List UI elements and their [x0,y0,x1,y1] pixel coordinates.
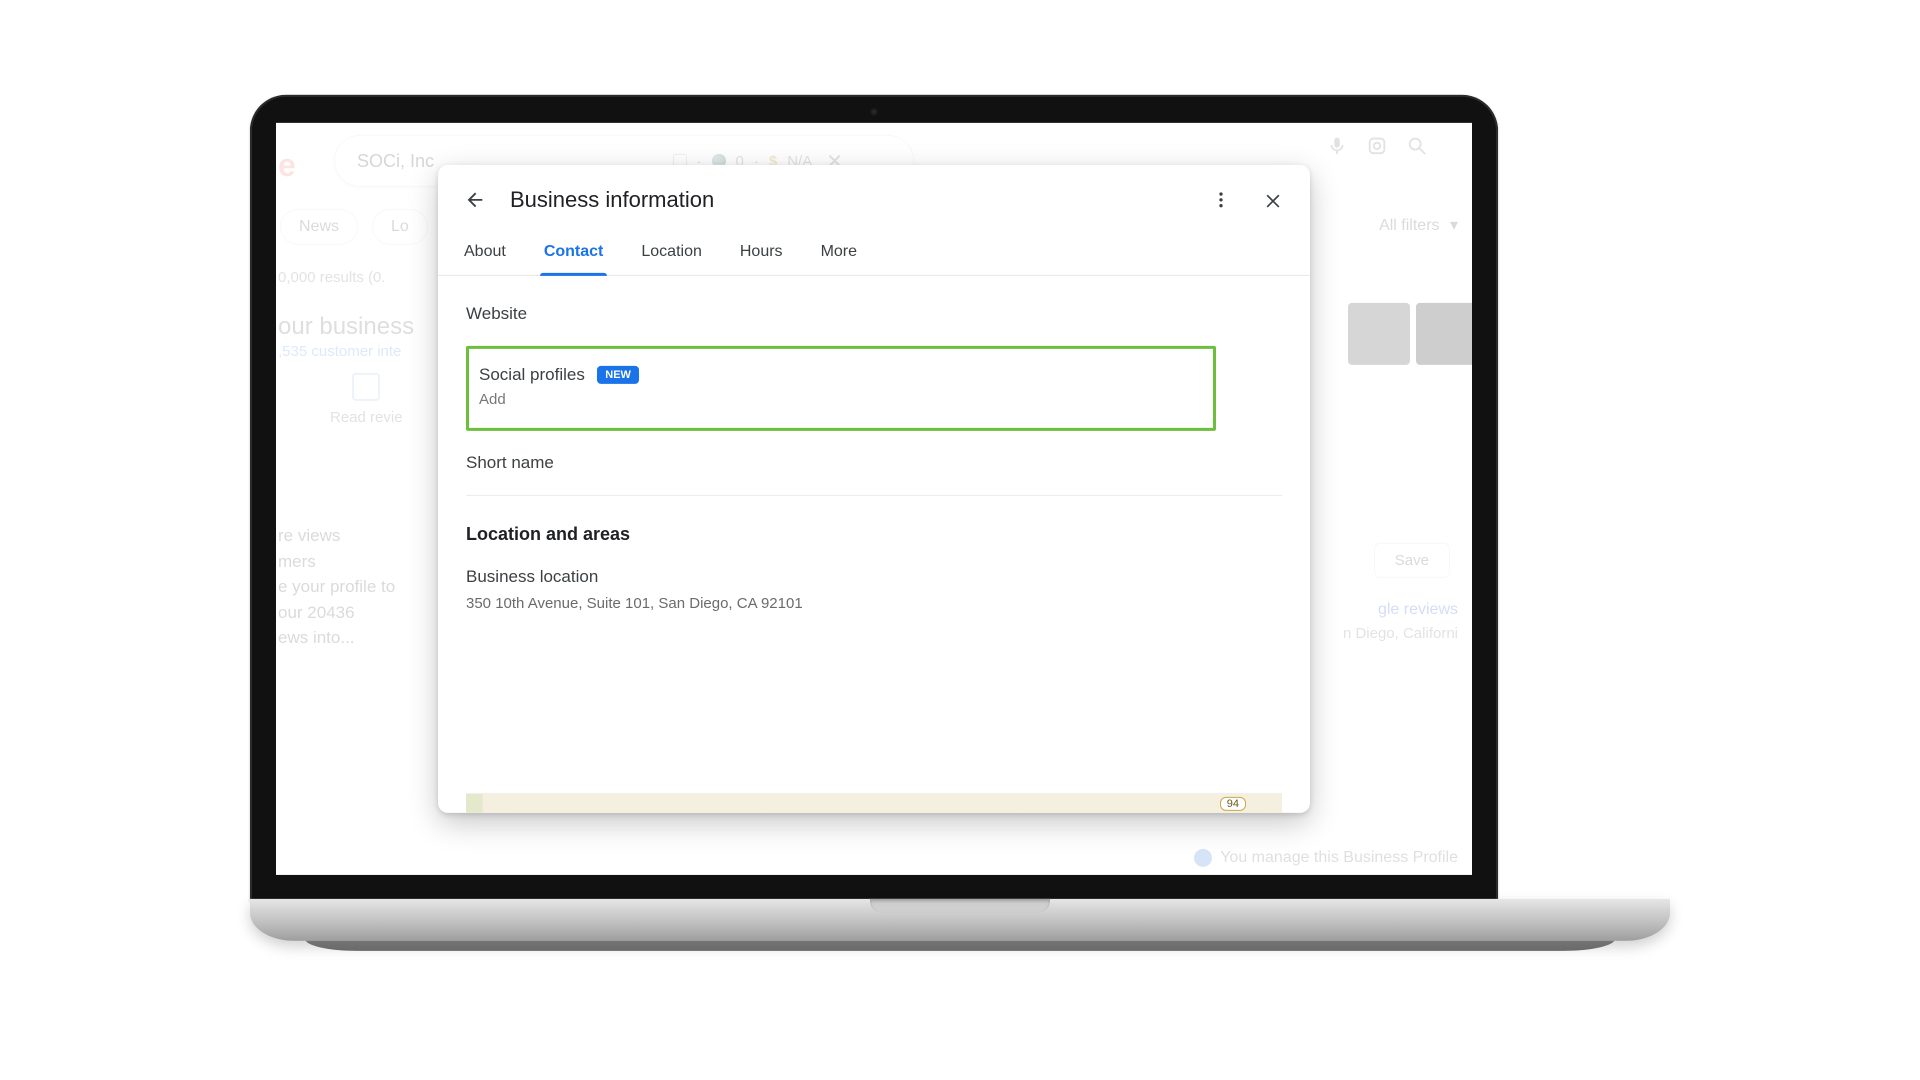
laptop-base [250,899,1670,941]
highway-shield-icon: 94 [1220,797,1246,811]
back-button[interactable] [458,183,492,217]
dialog-body: Website Social profiles NEW Add Short na… [438,276,1310,813]
dialog-title: Business information [510,187,714,213]
new-badge: NEW [597,366,639,384]
website-section[interactable]: Website [466,304,1282,324]
more-options-button[interactable] [1204,183,1238,217]
tab-contact[interactable]: Contact [540,233,608,275]
social-profiles-header: Social profiles NEW [479,365,1203,385]
short-name-section[interactable]: Short name [466,453,1282,473]
stage: e SOCi, Inc · 0 · $ N/A ✕ [0,0,1920,1080]
laptop-mockup: e SOCi, Inc · 0 · $ N/A ✕ [250,95,1670,951]
close-button[interactable] [1256,183,1290,217]
laptop-screen-bezel: e SOCi, Inc · 0 · $ N/A ✕ [250,95,1498,901]
business-location-label[interactable]: Business location [466,567,1282,587]
tab-about[interactable]: About [460,233,510,275]
social-profiles-add-action[interactable]: Add [479,391,1203,408]
business-information-dialog: Business information About Contact Locat… [438,165,1310,813]
social-profiles-section[interactable]: Social profiles NEW Add [466,346,1216,431]
laptop-notch [870,899,1050,913]
business-location-address: 350 10th Avenue, Suite 101, San Diego, C… [466,595,1282,612]
camera-icon [870,108,878,116]
kebab-icon [1211,190,1231,210]
tab-hours[interactable]: Hours [736,233,787,275]
tab-more[interactable]: More [817,233,861,275]
tab-location[interactable]: Location [637,233,706,275]
close-icon [1263,190,1283,210]
screen: e SOCi, Inc · 0 · $ N/A ✕ [276,123,1472,875]
arrow-left-icon [464,189,486,211]
social-profiles-label: Social profiles [479,365,585,384]
location-areas-heading: Location and areas [466,524,1282,545]
divider [466,495,1282,496]
dialog-tabs: About Contact Location Hours More [438,223,1310,276]
dialog-header: Business information [438,165,1310,223]
map-preview[interactable]: 94 [466,793,1282,813]
